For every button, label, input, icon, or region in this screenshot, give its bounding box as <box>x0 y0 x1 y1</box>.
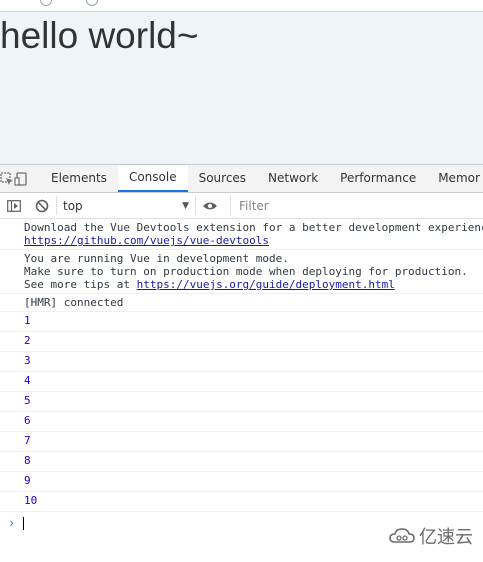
tab-performance[interactable]: Performance <box>329 165 427 192</box>
console-log-number: 5 <box>0 392 483 412</box>
console-message: You are running Vue in development mode.… <box>0 250 483 294</box>
page-viewport: hello world~ <box>0 0 483 164</box>
context-selector[interactable]: top ▼ <box>56 196 196 215</box>
tab-network[interactable]: Network <box>257 165 329 192</box>
console-log-number: 6 <box>0 412 483 432</box>
filter-input[interactable] <box>230 195 483 216</box>
console-message-line: You are running Vue in development mode. <box>24 252 289 265</box>
console-message-line: Make sure to turn on production mode whe… <box>24 265 468 278</box>
console-log-number: 10 <box>0 492 483 512</box>
cloud-logo-icon <box>389 528 415 543</box>
console-log-number: 8 <box>0 452 483 472</box>
watermark: 亿速云 <box>389 523 473 549</box>
clear-console-icon[interactable] <box>28 193 56 218</box>
toggle-sidebar-icon[interactable] <box>0 193 28 218</box>
tab-sources[interactable]: Sources <box>188 165 257 192</box>
console-message-link[interactable]: https://github.com/vuejs/vue-devtools <box>24 234 269 247</box>
console-log-number: 1 <box>0 312 483 332</box>
console-output: Download the Vue Devtools extension for … <box>0 219 483 562</box>
watermark-text: 亿速云 <box>419 527 473 548</box>
device-toolbar-icon[interactable] <box>14 165 28 192</box>
console-message-line: [HMR] connected <box>24 296 124 309</box>
browser-top-strip <box>0 0 483 12</box>
dropdown-arrow-icon: ▼ <box>182 200 189 211</box>
console-log-number: 9 <box>0 472 483 492</box>
devtools-tabbar: Elements Console Sources Network Performance… <box>0 165 483 193</box>
prompt-chevron-icon: › <box>8 516 16 530</box>
inspect-element-icon[interactable] <box>0 165 14 192</box>
console-filterbar: top ▼ <box>0 193 483 219</box>
console-message-link-line: https://github.com/vuejs/vue-devtools <box>24 234 477 247</box>
console-log-number: 7 <box>0 432 483 452</box>
tab-memor[interactable]: Memor <box>427 165 483 192</box>
live-expression-eye-icon[interactable] <box>196 193 224 218</box>
tab-console[interactable]: Console <box>117 165 188 192</box>
devtools-panel: Elements Console Sources Network Performance… <box>0 164 483 562</box>
tab-elements[interactable]: Elements <box>40 165 118 192</box>
text-caret <box>23 516 25 530</box>
console-message-link-line: See more tips at https://vuejs.org/guide… <box>24 278 477 291</box>
console-message-line: Download the Vue Devtools extension for … <box>24 221 483 234</box>
context-selector-value: top <box>63 198 83 213</box>
console-message-prefix: See more tips at <box>24 278 137 291</box>
console-log-number: 3 <box>0 352 483 372</box>
console-message-link[interactable]: https://vuejs.org/guide/deployment.html <box>137 278 395 291</box>
console-message: [HMR] connected <box>0 294 483 312</box>
browser-control-icon <box>40 0 52 6</box>
console-log-number: 2 <box>0 332 483 352</box>
page-heading: hello world~ <box>0 15 199 56</box>
console-message: Download the Vue Devtools extension for … <box>0 219 483 250</box>
console-log-number: 4 <box>0 372 483 392</box>
browser-control-icon <box>86 0 98 6</box>
